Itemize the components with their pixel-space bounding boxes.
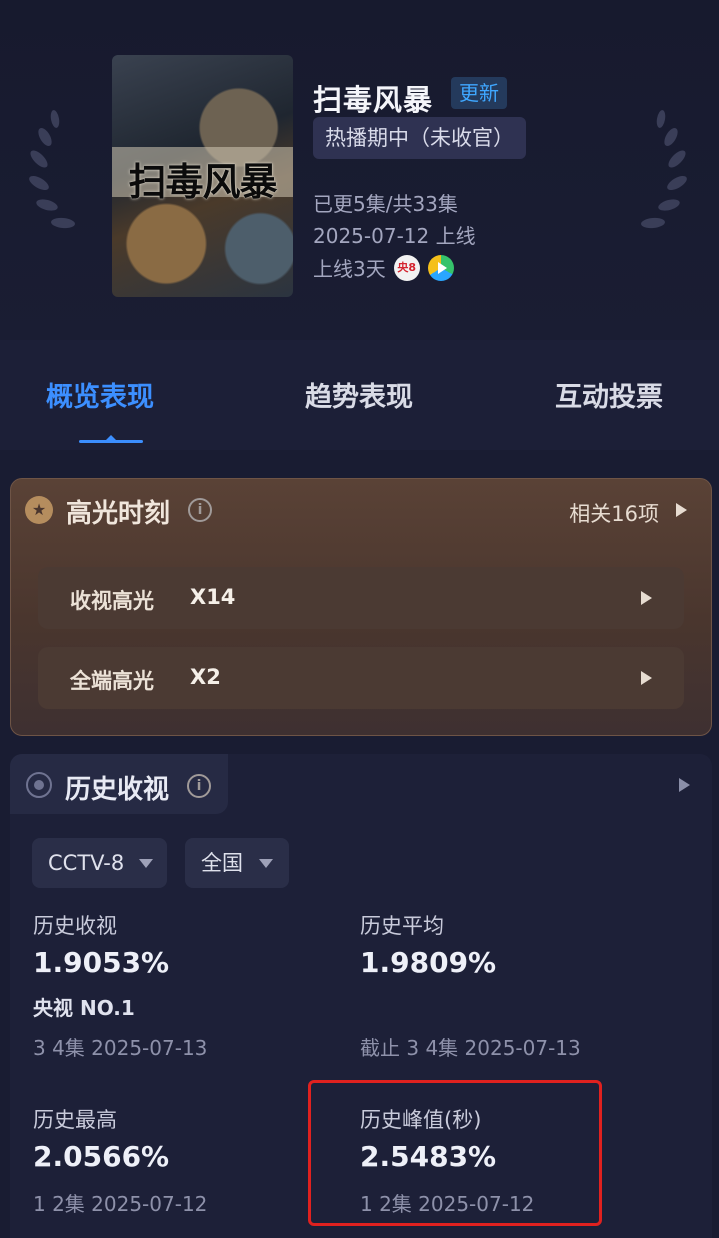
- caret-down-icon: [259, 859, 273, 868]
- page: 扫毒风暴 扫毒风暴 更新 热播期中（未收官） 已更5集/共33集 2025-07…: [0, 0, 719, 1238]
- history-rating-episode: 3 4集 2025-07-13: [33, 1036, 208, 1060]
- history-average-value: 1.9809%: [360, 946, 497, 979]
- cctv8-channel-icon[interactable]: 央8: [393, 254, 420, 281]
- highlight-row-label: 全端高光: [70, 669, 154, 693]
- premiere-date: 2025-07-12 上线: [313, 224, 476, 248]
- days-online-row: 上线3天 央8: [313, 253, 454, 282]
- caret-down-icon: [139, 859, 153, 868]
- video-platform-icon[interactable]: [427, 254, 454, 281]
- highlight-row-label: 收视高光: [70, 589, 154, 613]
- highlight-row-all-platforms[interactable]: 全端高光 X2: [38, 647, 684, 709]
- history-average-episode: 截止 3 4集 2025-07-13: [360, 1036, 581, 1060]
- history-highest-label: 历史最高: [33, 1108, 117, 1132]
- info-icon[interactable]: i: [188, 498, 212, 522]
- tab-voting[interactable]: 互动投票: [555, 375, 663, 414]
- history-ratings-title: 历史收视: [65, 775, 170, 805]
- update-badge: 更新: [451, 77, 507, 109]
- highlight-row-ratings[interactable]: 收视高光 X14: [38, 567, 684, 629]
- highlight-row-count: X14: [190, 585, 236, 609]
- chevron-right-icon[interactable]: [676, 503, 687, 517]
- peak-highlight-box: [308, 1080, 602, 1226]
- history-highest-episode: 1 2集 2025-07-12: [33, 1192, 208, 1216]
- channel-select-value: CCTV-8: [48, 851, 125, 875]
- episode-count: 已更5集/共33集: [313, 192, 458, 216]
- tab-bar: 概览表现 趋势表现 互动投票: [0, 340, 719, 450]
- highlights-related-link[interactable]: 相关16项: [569, 498, 659, 528]
- laurel-right-icon: [641, 110, 687, 229]
- show-header: 扫毒风暴 扫毒风暴 更新 热播期中（未收官） 已更5集/共33集 2025-07…: [0, 0, 719, 340]
- history-rating-label: 历史收视: [33, 914, 117, 938]
- highlights-card: ★ 高光时刻 i 相关16项 收视高光 X14 全端高光 X2: [10, 478, 712, 736]
- region-select-value: 全国: [201, 851, 243, 875]
- film-reel-icon: [26, 772, 52, 798]
- show-poster[interactable]: 扫毒风暴: [112, 55, 293, 297]
- highlights-title: 高光时刻: [66, 499, 171, 529]
- history-highest-value: 2.0566%: [33, 1140, 170, 1173]
- airing-status-badge: 热播期中（未收官）: [313, 117, 526, 159]
- history-average-label: 历史平均: [360, 914, 444, 938]
- highlight-row-count: X2: [190, 665, 221, 689]
- history-ratings-header: 历史收视 i: [10, 754, 228, 814]
- poster-title: 扫毒风暴: [128, 160, 277, 204]
- star-badge-icon: ★: [25, 496, 53, 524]
- region-select[interactable]: 全国: [185, 838, 289, 888]
- info-icon[interactable]: i: [187, 774, 211, 798]
- show-title: 扫毒风暴: [313, 83, 434, 117]
- tab-trends[interactable]: 趋势表现: [305, 375, 413, 414]
- active-tab-indicator: [79, 435, 143, 443]
- laurel-left-icon: [29, 110, 75, 229]
- play-arrow-icon: [641, 671, 652, 685]
- history-ratings-section: 历史收视 i CCTV-8 全国 历史收视 1.9053% 央视 NO.1 3 …: [10, 754, 712, 1238]
- days-online: 上线3天: [313, 257, 386, 281]
- play-arrow-icon: [641, 591, 652, 605]
- channel-select[interactable]: CCTV-8: [32, 838, 167, 888]
- history-rating-rank: 央视 NO.1: [33, 996, 135, 1020]
- tab-overview[interactable]: 概览表现: [46, 375, 154, 414]
- chevron-right-icon[interactable]: [679, 778, 690, 792]
- history-rating-value: 1.9053%: [33, 946, 170, 979]
